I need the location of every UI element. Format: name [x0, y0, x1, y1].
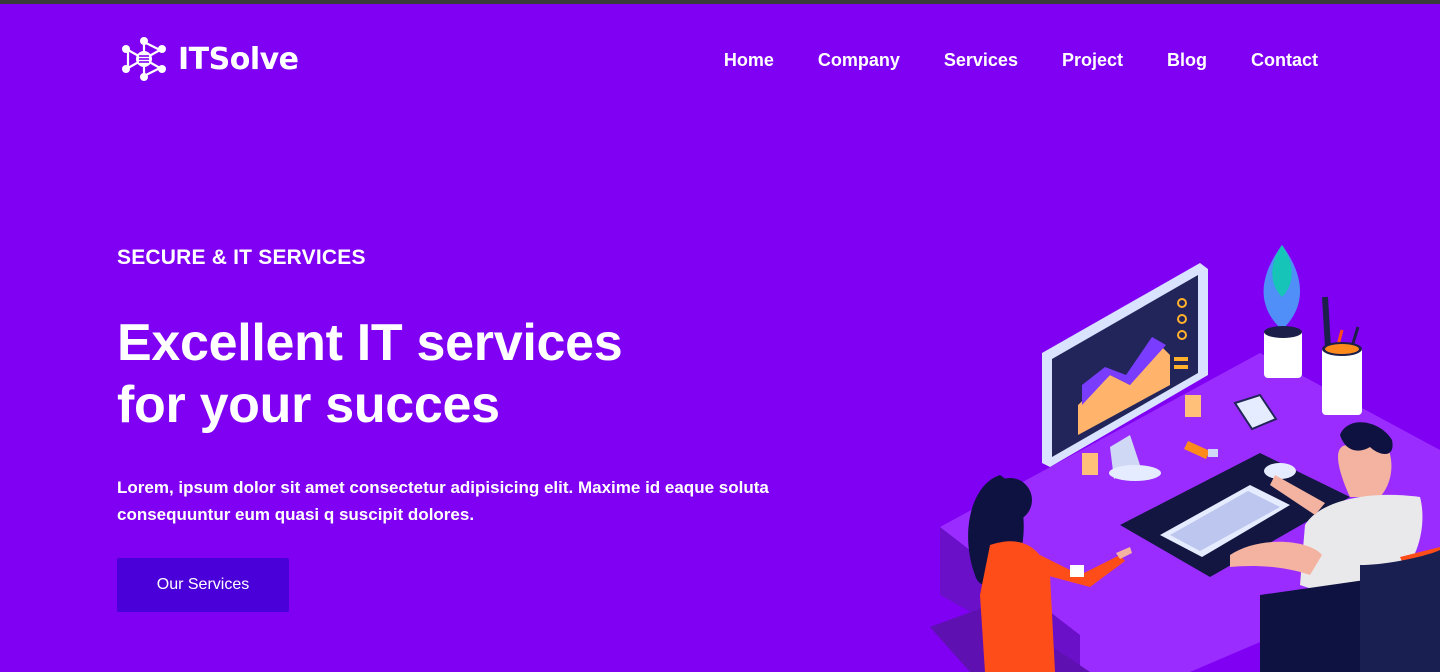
- nav-item-company[interactable]: Company: [818, 50, 900, 74]
- main-nav: Home Company Services Project Blog Conta…: [724, 50, 1318, 74]
- hero-lead-text: Lorem, ipsum dolor sit amet consectetur …: [117, 478, 769, 524]
- team-working-illustration: [930, 245, 1440, 672]
- brand-name: ITSolve: [178, 41, 299, 77]
- nav-item-home[interactable]: Home: [724, 50, 774, 74]
- hero-headline-line-1: Excellent IT services: [117, 314, 623, 372]
- nav-item-services[interactable]: Services: [944, 50, 1018, 74]
- browser-top-strip: [0, 0, 1440, 4]
- our-services-button[interactable]: Our Services: [117, 558, 289, 612]
- hero-headline-line-2: for your succes: [117, 376, 500, 434]
- mouse-icon: [1264, 463, 1296, 479]
- nav-item-contact[interactable]: Contact: [1251, 50, 1318, 74]
- network-hub-icon: [122, 37, 166, 81]
- plant-icon: [1263, 245, 1302, 378]
- nav-item-blog[interactable]: Blog: [1167, 50, 1207, 74]
- hero-eyebrow: SECURE & IT SERVICES: [117, 246, 366, 269]
- pencil-cup-icon: [1322, 296, 1362, 415]
- hero-headline: Excellent IT services for your succes: [117, 312, 623, 436]
- nav-item-project[interactable]: Project: [1062, 50, 1123, 74]
- brand-logo[interactable]: ITSolve: [120, 36, 299, 82]
